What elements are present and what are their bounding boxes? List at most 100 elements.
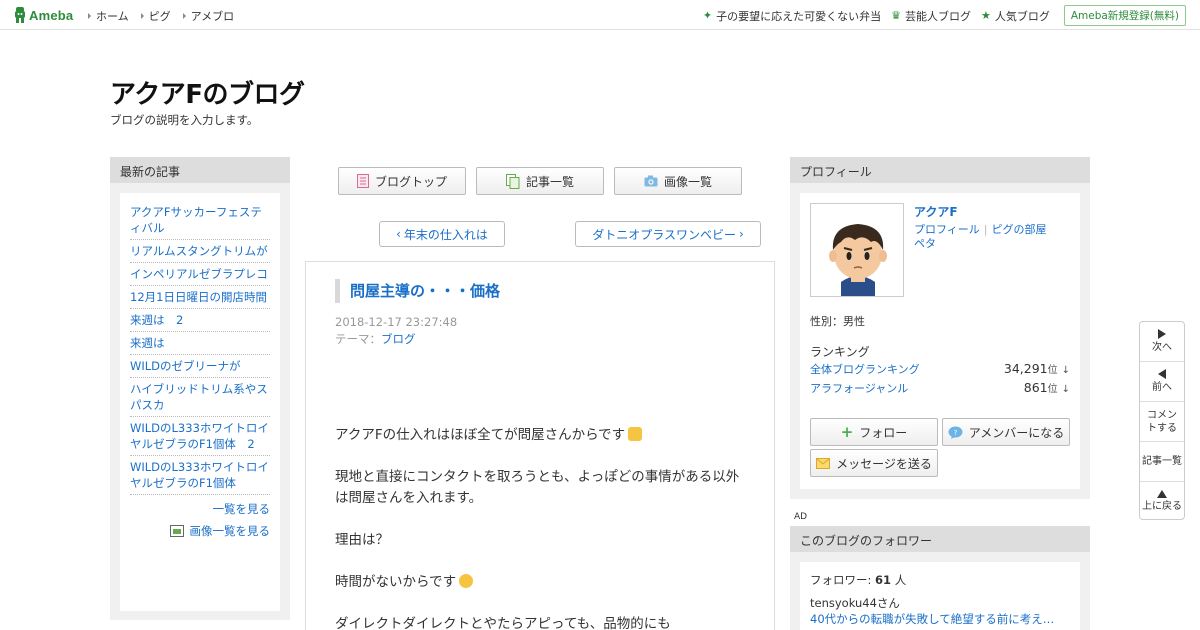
promo-link-celebrity[interactable]: ♛ 芸能人ブログ [891,8,971,24]
side-next-button[interactable]: 次へ [1140,322,1184,362]
side-list-label: 記事一覧 [1142,456,1182,467]
message-button[interactable]: メッセージを送る [810,449,938,477]
list-item[interactable]: アクアFサッカーフェスティバル [130,201,270,240]
floating-side-nav: 次へ 前へ コメントする 記事一覧 上に戻る [1139,321,1185,520]
article-list-button[interactable]: 記事一覧 [476,167,604,195]
crown-icon: ♛ [891,9,901,22]
arrow-up-icon [1157,489,1167,498]
ameba-mascot-icon [15,7,25,23]
recent-articles-list: アクアFサッカーフェスティバル リアルムスタングトリムが インペリアルゼブラプレ… [130,201,270,495]
article-list-label: 記事一覧 [525,174,574,189]
plus-icon: + [840,423,854,441]
register-button[interactable]: Ameba新規登録(無料) [1063,5,1186,26]
profile-link[interactable]: プロフィール [914,223,980,236]
follow-label: フォロー [859,425,908,440]
promo-link-popular[interactable]: ★ 人気ブログ [981,8,1050,24]
theme-link[interactable]: ブログ [381,332,416,346]
avatar[interactable] [810,203,904,297]
promo-label: 子の要望に応えた可愛くない弁当 [716,9,882,23]
list-item[interactable]: インペリアルゼブラプレコ [130,263,270,286]
blog-top-button[interactable]: ブログトップ [338,167,466,195]
follow-button[interactable]: + フォロー [810,418,938,446]
list-item[interactable]: 来週は 2 [130,309,270,332]
article-theme: テーマ：ブログ [335,331,416,347]
article-date: 2018-12-17 23:27:48 [335,315,458,329]
see-all-link[interactable]: 一覧を見る [130,501,271,517]
ameba-logo[interactable]: Ameba [14,6,73,24]
profile-links: プロフィール | ピグの部屋 ペタ [914,223,1064,251]
follower-count-unit: 人 [891,573,907,587]
article-paragraph: ダイレクトダイレクトとやたらアピっても、品物的にも [335,616,671,630]
follower-count-value: 61 [875,573,892,587]
followers-panel: このブログのフォロワー フォロワー: 61 人 tensyoku44さん 40代… [790,526,1090,630]
logo-text: Ameba [29,7,74,23]
play-right-icon [1158,329,1166,339]
avatar-icon [811,204,903,296]
peta-link[interactable]: ペタ [914,237,936,250]
prev-article-label: 年末の仕入れは [403,227,488,242]
side-next-label: 次へ [1152,342,1172,353]
side-list-button[interactable]: 記事一覧 [1140,442,1184,482]
document-icon [356,174,369,188]
promo-label: 人気ブログ [994,9,1050,23]
pig-room-link[interactable]: ピグの部屋 [992,223,1047,236]
list-item[interactable]: 12月1日日曜日の開店時間 [130,286,270,309]
image-list-label: 画像一覧 [663,174,712,189]
amember-label: アメンバーになる [968,425,1065,440]
see-images-label: 画像一覧を見る [189,524,271,538]
image-icon [169,525,184,537]
star-icon: ★ [980,9,991,22]
header-promos: ✦ 子の要望に応えた可愛くない弁当 ♛ 芸能人ブログ ★ 人気ブログ Ameba… [703,5,1186,26]
speech-bubble-icon: ? [948,426,963,439]
sparkle-icon: ✦ [702,9,713,22]
camera-icon [644,175,658,187]
nav-ameblo[interactable]: アメブロ [183,8,234,24]
list-item[interactable]: 来週は [130,332,270,355]
next-article-link[interactable]: ダトニオプラスワンベビー › [575,221,761,247]
grimace-face-emoji-icon [459,574,474,588]
side-top-label: 上に戻る [1142,500,1182,512]
list-item[interactable]: ハイブリッドトリム系やスパスカ [130,378,270,417]
ad-label: AD [794,512,808,522]
article-paragraph: アクアFの仕入れはほぼ全てが問屋さんからです [335,425,747,446]
profile-heading: プロフィール [790,157,1090,183]
amember-button[interactable]: ? アメンバーになる [942,418,1070,446]
follower-post-link[interactable]: 40代からの転職が失敗して絶望する前に考え… [810,611,1070,627]
promo-link-bento[interactable]: ✦ 子の要望に応えた可愛くない弁当 [703,8,881,24]
list-item[interactable]: WILDのL333ホワイトロイヤルゼブラのF1個体 2 [130,417,270,456]
recent-articles-box: アクアFサッカーフェスティバル リアルムスタングトリムが インペリアルゼブラプレ… [120,193,280,611]
theme-label: テーマ： [335,332,381,346]
side-comment-button[interactable]: コメントする [1140,402,1184,442]
followers-box: フォロワー: 61 人 tensyoku44さん 40代からの転職が失敗して絶望… [800,562,1080,630]
paragraph-text: アクアFの仕入れはほぼ全てが問屋さんからです [335,427,626,443]
article-paragraph: 時間がないからです [335,572,747,593]
see-images-link[interactable]: 画像一覧を見る [130,523,270,539]
nav-home[interactable]: ホーム [88,8,129,24]
blog-title[interactable]: アクアFのブログ [110,74,305,111]
list-item[interactable]: WILDのL333ホワイトロイヤルゼブラのF1個体 [130,456,270,495]
thumbs-up-emoji-icon [628,427,643,441]
svg-text:?: ? [953,429,957,437]
divider: | [983,223,988,236]
list-item[interactable]: WILDのゼブリーナが [130,355,270,378]
chevron-right-icon: › [738,227,744,241]
follower-count-label: フォロワー: [810,573,876,587]
side-prev-button[interactable]: 前へ [1140,362,1184,402]
side-top-button[interactable]: 上に戻る [1140,482,1184,520]
follower-count: フォロワー: 61 人 [810,572,1070,588]
message-label: メッセージを送る [836,456,932,471]
profile-panel: プロフィール アクアF プロフィール | ピグの部屋 ペタ [790,157,1090,499]
image-list-button[interactable]: 画像一覧 [614,167,742,195]
list-item[interactable]: リアルムスタングトリムが [130,240,270,263]
envelope-icon [816,457,831,469]
nav-pigg[interactable]: ピグ [141,8,171,24]
blog-description: ブログの説明を入力します。 [110,113,259,127]
side-comment-label: コメントする [1147,409,1177,434]
article-body: アクアFの仕入れはほぼ全てが問屋さんからです 現地と直接にコンタクトを取ろうとも… [335,425,747,630]
profile-name[interactable]: アクアF [914,203,958,220]
prev-article-link[interactable]: ‹ 年末の仕入れは [379,221,505,247]
promo-label: 芸能人ブログ [904,9,971,23]
follower-user[interactable]: tensyoku44さん [810,595,1070,611]
recent-articles-heading: 最新の記事 [110,157,290,183]
article-title[interactable]: 問屋主導の・・・価格 [335,279,500,303]
